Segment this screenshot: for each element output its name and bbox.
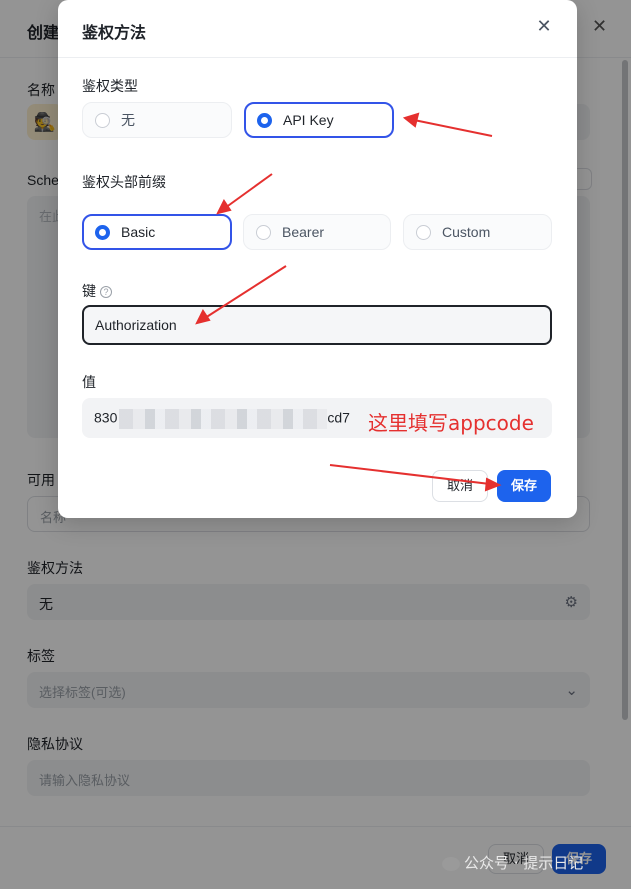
radio-icon <box>256 225 271 240</box>
key-input[interactable]: Authorization <box>82 305 552 345</box>
radio-icon <box>95 113 110 128</box>
header-prefix-label: 鉴权头部前缀 <box>82 174 166 190</box>
auth-type-option-none[interactable]: 无 <box>82 102 232 138</box>
prefix-option-label: Basic <box>121 224 156 240</box>
prefix-option-label: Custom <box>442 224 491 240</box>
appcode-annotation: 这里填写appcode <box>368 411 534 435</box>
prefix-option-bearer[interactable]: Bearer <box>243 214 391 250</box>
value-input-prefix: 830 <box>94 409 118 426</box>
auth-type-label: 鉴权类型 <box>82 78 138 94</box>
prefix-option-custom[interactable]: Custom <box>403 214 552 250</box>
auth-type-option-api-key[interactable]: API Key <box>244 102 394 138</box>
auth-type-option-label: API Key <box>283 112 334 128</box>
dialog-header: 鉴权方法 ✕ <box>58 0 577 58</box>
watermark-text: 公众号 · 提示日记 <box>464 854 584 872</box>
radio-selected-icon <box>95 225 110 240</box>
value-input-suffix: cd7 <box>327 409 350 426</box>
dialog-cancel-button[interactable]: 取消 <box>432 470 488 502</box>
prefix-option-basic[interactable]: Basic <box>82 214 232 250</box>
help-icon[interactable]: ? <box>100 286 112 299</box>
dialog-title: 鉴权方法 <box>82 25 147 42</box>
key-label: 键? <box>82 281 112 301</box>
redacted-mosaic <box>119 409 328 429</box>
wechat-icon <box>442 856 460 871</box>
auth-type-option-label: 无 <box>121 112 135 128</box>
key-input-value: Authorization <box>95 317 177 333</box>
radio-icon <box>416 225 431 240</box>
close-icon[interactable]: ✕ <box>534 16 554 36</box>
radio-selected-icon <box>257 113 272 128</box>
dialog-save-button[interactable]: 保存 <box>497 470 551 502</box>
value-label: 值 <box>82 374 96 390</box>
prefix-option-label: Bearer <box>282 224 325 240</box>
watermark: 公众号 · 提示日记 <box>442 852 583 873</box>
auth-method-dialog: 鉴权方法 ✕ 鉴权类型 无 API Key 鉴权头部前缀 Basic Beare… <box>58 0 577 518</box>
key-label-text: 键 <box>82 283 96 299</box>
